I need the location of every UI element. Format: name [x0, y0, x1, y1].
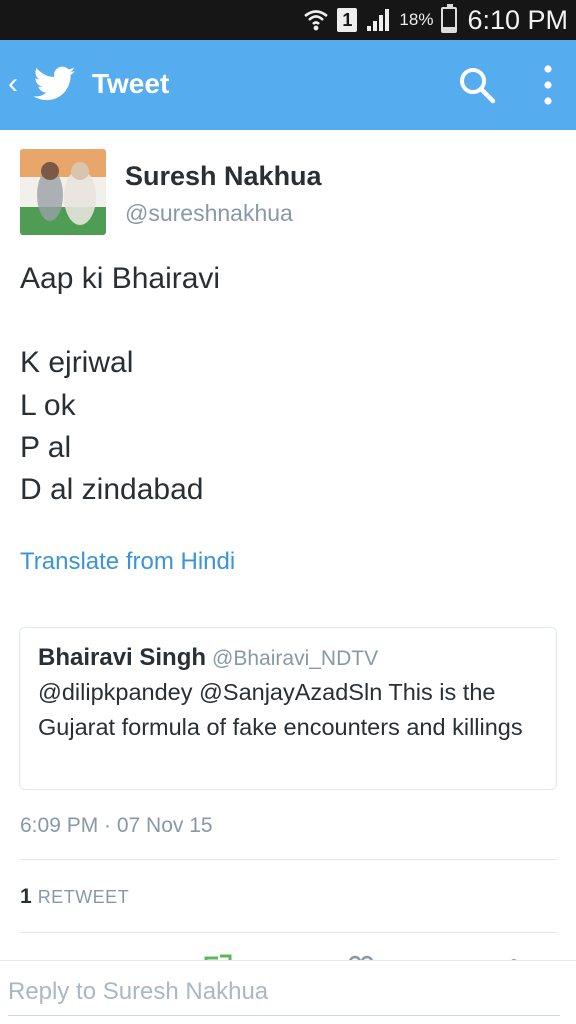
status-bar: 1 18% 6:10 PM — [0, 0, 576, 40]
signal-icon — [367, 9, 390, 31]
wifi-icon — [304, 10, 329, 31]
quoted-author-handle: @Bhairavi_NDTV — [212, 647, 379, 670]
avatar[interactable] — [20, 149, 106, 235]
retweet-label: RETWEET — [37, 887, 130, 907]
tweet-line — [20, 300, 550, 342]
author-handle[interactable]: @sureshnakhua — [125, 198, 293, 228]
battery-percent: 18% — [399, 10, 434, 29]
tweet-actions-row — [0, 948, 576, 960]
quoted-tweet-card[interactable]: Bhairavi Singh @Bhairavi_NDTV @dilipkpand… — [19, 627, 557, 790]
action-bar: ‹ Tweet — [0, 40, 576, 130]
author-name[interactable]: Suresh Nakhua — [125, 160, 322, 192]
tweet-line: P al — [20, 430, 72, 464]
status-time: 6:10 PM — [467, 4, 568, 35]
tweet-text: Aap ki Bhairavi K ejriwal L ok P al D al… — [20, 258, 550, 511]
quoted-tweet-text: @dilipkpandey @SanjayAzadSln This is the… — [38, 679, 523, 740]
back-chevron-icon[interactable]: ‹ — [8, 64, 22, 104]
twitter-bird-icon[interactable] — [34, 66, 76, 102]
battery-level — [443, 27, 456, 31]
retweet-stats[interactable]: 1 RETWEET — [20, 882, 129, 914]
sim-icon: 1 — [337, 8, 358, 32]
divider — [20, 932, 557, 933]
tweet-line: L ok — [20, 388, 76, 422]
quoted-author-name: Bhairavi Singh — [38, 644, 207, 671]
tweet-line: D al zindabad — [20, 473, 204, 507]
overflow-menu-icon[interactable] — [540, 64, 556, 106]
reply-input[interactable] — [8, 969, 560, 1016]
translate-link[interactable]: Translate from Hindi — [20, 546, 235, 578]
battery-icon — [441, 4, 458, 33]
status-icons: 1 18% 6:10 PM — [303, 0, 568, 40]
reply-bar — [0, 960, 576, 1024]
tweet-line: Aap ki Bhairavi — [20, 262, 221, 295]
divider — [20, 859, 557, 860]
tweet-timestamp: 6:09 PM · 07 Nov 15 — [20, 814, 213, 837]
page-title: Tweet — [92, 68, 170, 99]
search-icon[interactable] — [458, 66, 496, 104]
tweet-line: K ejriwal — [20, 346, 134, 380]
retweet-count: 1 — [20, 885, 32, 908]
quoted-tweet-header: Bhairavi Singh @Bhairavi_NDTV — [38, 642, 378, 677]
